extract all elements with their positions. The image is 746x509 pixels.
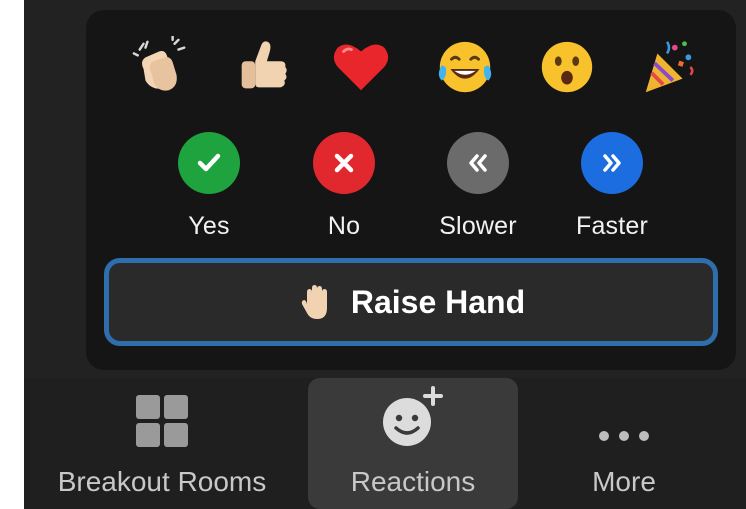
raise-hand-button[interactable]: Raise Hand bbox=[104, 258, 718, 346]
breakout-rooms-label: Breakout Rooms bbox=[57, 466, 267, 497]
thumbs-up-emoji[interactable] bbox=[228, 32, 298, 102]
party-popper-emoji[interactable] bbox=[634, 32, 704, 102]
tears-of-joy-icon bbox=[438, 41, 492, 93]
double-chevron-right-icon bbox=[581, 132, 643, 194]
slower-button[interactable]: Slower bbox=[428, 132, 528, 250]
breakout-rooms-button[interactable]: Breakout Rooms bbox=[24, 378, 300, 509]
meeting-toolbar: Breakout Rooms Reactions More bbox=[24, 378, 746, 509]
emoji-row bbox=[86, 32, 736, 102]
left-edge bbox=[0, 0, 24, 509]
reactions-popup: Yes No Slower Faster Raise Hand bbox=[86, 10, 736, 370]
party-popper-icon bbox=[645, 41, 694, 93]
thumbs-up-icon bbox=[241, 41, 287, 89]
clapping-hands-icon bbox=[132, 36, 186, 91]
clapping-hands-emoji[interactable] bbox=[126, 32, 196, 102]
slower-label: Slower bbox=[439, 212, 517, 240]
check-icon bbox=[178, 132, 240, 194]
faster-label: Faster bbox=[575, 212, 649, 240]
no-label: No bbox=[327, 212, 361, 240]
status-buttons-row: Yes No Slower Faster bbox=[86, 132, 736, 252]
faster-button[interactable]: Faster bbox=[562, 132, 662, 250]
surprised-face-icon bbox=[541, 41, 593, 93]
reactions-label: Reactions bbox=[350, 466, 476, 497]
grid-icon bbox=[135, 378, 189, 448]
raise-hand-label: Raise Hand bbox=[350, 283, 526, 320]
heart-icon bbox=[333, 44, 389, 91]
yes-label: Yes bbox=[188, 212, 230, 240]
tears-of-joy-emoji[interactable] bbox=[430, 32, 500, 102]
more-button[interactable]: More bbox=[524, 378, 724, 509]
raised-hand-icon bbox=[301, 285, 327, 319]
face-open-mouth-emoji[interactable] bbox=[532, 32, 602, 102]
ellipsis-icon bbox=[596, 378, 652, 448]
more-label: More bbox=[592, 466, 656, 497]
x-icon bbox=[313, 132, 375, 194]
no-button[interactable]: No bbox=[294, 132, 394, 250]
double-chevron-left-icon bbox=[447, 132, 509, 194]
yes-button[interactable]: Yes bbox=[159, 132, 259, 250]
add-reaction-icon bbox=[381, 378, 445, 448]
reactions-button[interactable]: Reactions bbox=[308, 378, 518, 509]
red-heart-emoji[interactable] bbox=[326, 32, 396, 102]
